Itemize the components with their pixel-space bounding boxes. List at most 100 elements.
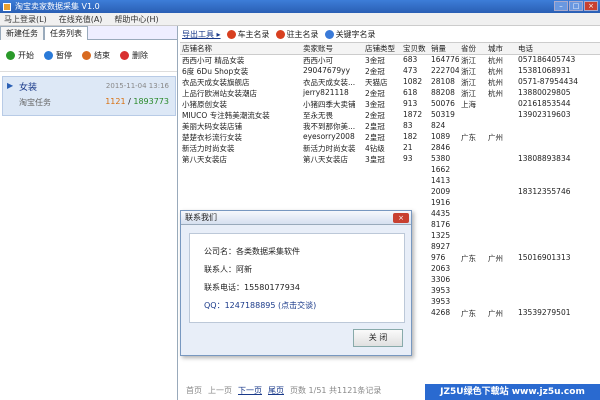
car-owner-list-button[interactable]: 车主名录 (226, 29, 270, 40)
menu-login[interactable]: 马上登录(L) (4, 14, 47, 25)
table-row[interactable]: 1916 (180, 198, 600, 209)
table-cell: 2金冠 (365, 89, 385, 98)
menu-help[interactable]: 帮助中心(H) (114, 14, 158, 25)
task-item[interactable]: ▶ 女装 2015-11-04 13:16 淘宝任务 1121 / 189377… (2, 76, 176, 116)
table-cell (401, 165, 429, 176)
table-row[interactable]: 1662 (180, 165, 600, 176)
column-header[interactable]: 省份 (459, 43, 486, 54)
table-cell (301, 165, 363, 176)
table-cell (516, 264, 600, 275)
contact-dialog: 联系我们 × 公司名：各类数据采集软件 联系人：阿新 联系电话：15580177… (180, 210, 412, 356)
task-count: 1121 / 1893773 (105, 97, 169, 106)
task-desc: 淘宝任务 (19, 98, 51, 107)
table-cell (363, 176, 401, 187)
table-cell: 88208 (431, 88, 455, 97)
table-cell: 新活力时尚女装 (182, 144, 235, 153)
minimize-button[interactable]: – (554, 1, 568, 11)
table-cell (486, 110, 516, 121)
table-cell: 683 (403, 55, 418, 64)
table-cell (459, 264, 486, 275)
stop-button[interactable]: 结束 (82, 50, 110, 61)
table-cell: 976 (431, 253, 446, 262)
column-header[interactable]: 销量 (429, 43, 459, 54)
table-row[interactable]: 上品行欧洲站女装潮店 jerry821118 2金冠 618 88208 浙江 杭州 1388… (180, 88, 600, 99)
table-cell (486, 121, 516, 132)
column-header[interactable]: 宝贝数 (401, 43, 429, 54)
dialog-ok-button[interactable]: 关 闭 (353, 329, 403, 347)
table-row[interactable]: 新活力时尚女装 新活力时尚女装 4钻级 21 2846 (180, 143, 600, 154)
keyword-list-button[interactable]: 关键字名录 (324, 29, 376, 40)
column-header[interactable]: 店铺名称 (180, 43, 301, 54)
table-cell: 0571-87954434 (518, 77, 578, 86)
table-cell: 473 (403, 66, 418, 75)
table-cell (516, 165, 600, 176)
window-controls: – □ × (554, 1, 598, 11)
column-header[interactable]: 卖家账号 (301, 43, 363, 54)
table-cell (516, 220, 600, 231)
table-cell (401, 187, 429, 198)
pager-next[interactable]: 下一页 (238, 385, 262, 396)
pager-last[interactable]: 尾页 (268, 385, 284, 396)
table-cell (486, 275, 516, 286)
app-icon (3, 2, 11, 11)
table-cell: 2金冠 (365, 67, 385, 76)
table-row[interactable]: 楚楚衣衫流行女装 eyesorry2008 2皇冠 182 1089 广东 广州 (180, 132, 600, 143)
menu-bar: 马上登录(L) 在线充值(A) 帮助中心(H) (0, 13, 600, 26)
table-cell: 13880029805 (518, 88, 571, 97)
table-cell: 小猪原创女装 (182, 100, 227, 109)
table-cell (516, 121, 600, 132)
start-button[interactable]: 开始 (6, 50, 34, 61)
column-header[interactable]: 电话 (516, 43, 600, 54)
table-cell: 1325 (431, 231, 451, 240)
maximize-button[interactable]: □ (569, 1, 583, 11)
dialog-close-button[interactable]: × (393, 213, 409, 223)
table-row[interactable]: 小猪原创女装 小猪四季大卖铺 3金冠 913 50076 上海 02161853544 (180, 99, 600, 110)
table-row[interactable]: MIUCO 专注韩美潮流女装 至永无畏 2金冠 1872 50319 1390231960… (180, 110, 600, 121)
tab-new-task[interactable]: 新建任务 (0, 26, 44, 40)
table-row[interactable]: 西西小可 精品女装 西西小可 3金冠 683 164776 浙江 杭州 05718640574… (180, 55, 600, 66)
table-row[interactable]: 2009 18312355746 (180, 187, 600, 198)
table-cell (459, 275, 486, 286)
pager-first[interactable]: 首页 (186, 385, 202, 396)
delete-button[interactable]: 删除 (120, 50, 148, 61)
table-cell: 913 (403, 99, 418, 108)
column-header[interactable]: 店铺类型 (363, 43, 401, 54)
table-row[interactable]: 衣品天成女装旗舰店 衣品天成女装... 天猫店 1082 28108 浙江 杭州 0571-8… (180, 77, 600, 88)
table-cell: 衣品天成女装旗舰店 (182, 78, 250, 87)
pager-prev[interactable]: 上一页 (208, 385, 232, 396)
column-header[interactable]: 城市 (486, 43, 516, 54)
table-cell: 1872 (403, 110, 423, 119)
pause-button[interactable]: 暂停 (44, 50, 72, 61)
table-cell: 29047679yy (303, 66, 351, 75)
dialog-title: 联系我们 (181, 211, 411, 225)
table-cell: 新活力时尚女装 (303, 144, 356, 153)
table-cell (180, 165, 301, 176)
table-cell (459, 231, 486, 242)
table-cell (459, 121, 486, 132)
qq-link[interactable]: QQ：1247188895 (点击交谈) (204, 300, 316, 311)
table-row[interactable]: 1413 (180, 176, 600, 187)
export-tools-label[interactable]: 导出工具 ▸ (182, 29, 221, 40)
tab-task-list[interactable]: 任务列表 (44, 26, 88, 40)
table-cell: 2846 (431, 143, 451, 152)
table-cell: 西西小可 (303, 56, 333, 65)
table-cell (516, 297, 600, 308)
table-cell: 222704 (431, 66, 459, 75)
resident-list-button[interactable]: 驻主名录 (275, 29, 319, 40)
table-cell: 杭州 (488, 78, 503, 87)
table-row[interactable]: 第八天女装店 第八天女装店 3皇冠 93 5380 13808893834 (180, 154, 600, 165)
table-cell: 杭州 (488, 56, 503, 65)
menu-recharge[interactable]: 在线充值(A) (59, 14, 103, 25)
table-cell (363, 198, 401, 209)
table-cell: 上品行欧洲站女装潮店 (182, 89, 257, 98)
close-button[interactable]: × (584, 1, 598, 11)
table-cell: 02161853544 (518, 99, 571, 108)
table-cell: 15381068931 (518, 66, 571, 75)
table-row[interactable]: 美丽大码女装店铺 我不到那你美... 2皇冠 83 824 (180, 121, 600, 132)
table-cell (459, 143, 486, 154)
table-cell (459, 154, 486, 165)
table-cell (459, 165, 486, 176)
table-row[interactable]: 6度 6Du Shop女装 29047679yy 2金冠 473 222704 浙江 杭州 1… (180, 66, 600, 77)
table-cell (486, 99, 516, 110)
title-bar: 淘宝卖家数据采集 V1.0 – □ × (0, 0, 600, 13)
